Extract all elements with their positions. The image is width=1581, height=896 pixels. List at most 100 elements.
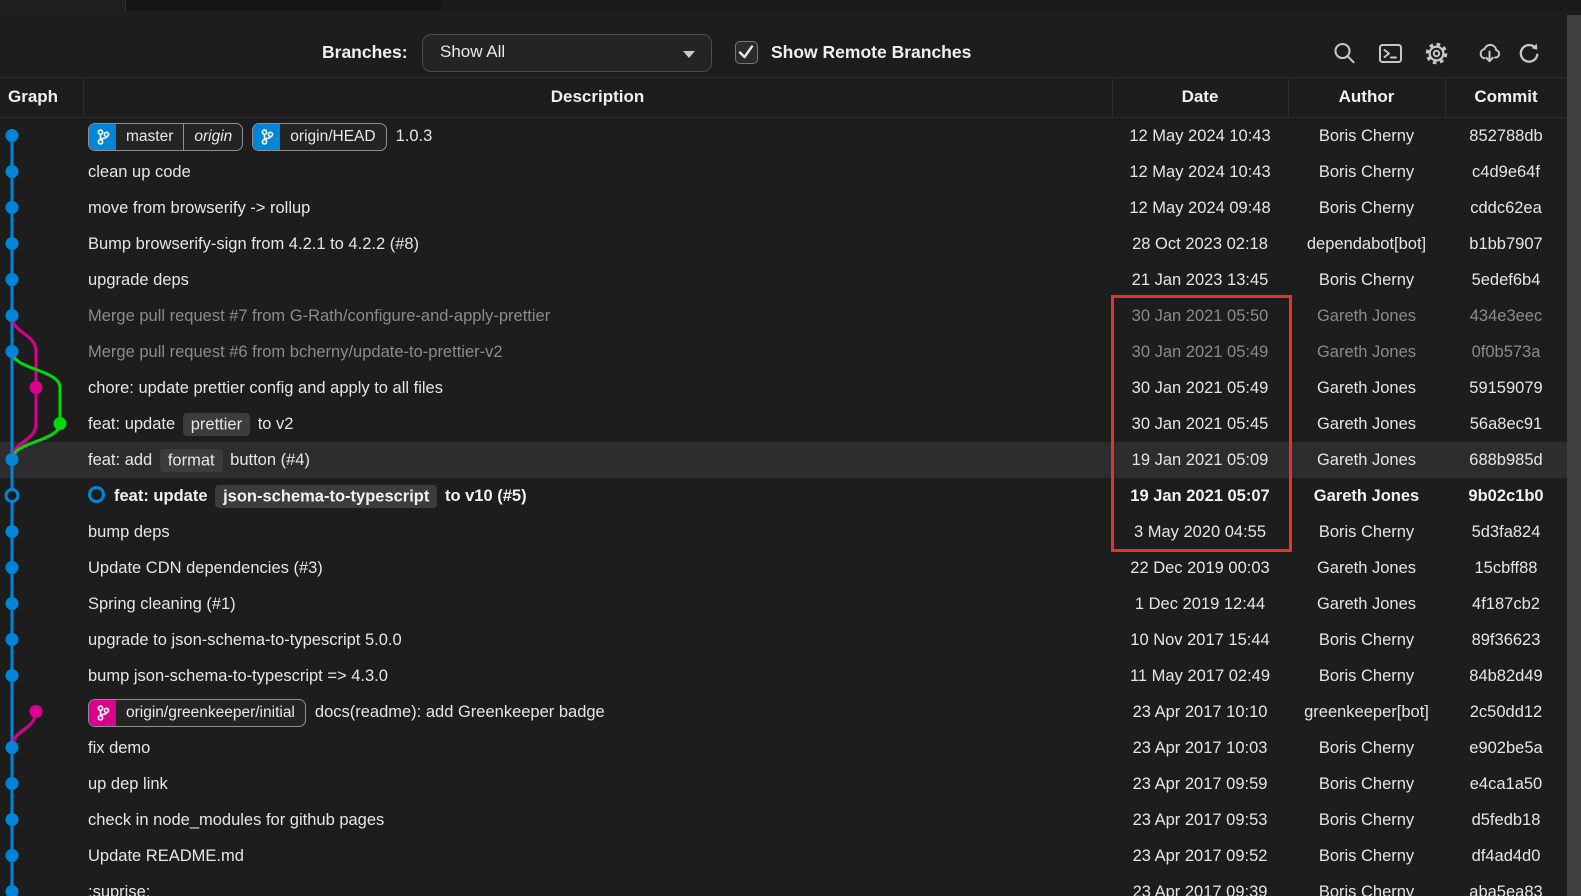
remote-name: origin — [183, 124, 242, 150]
commit-row[interactable]: move from browserify -> rollup12 May 202… — [0, 190, 1581, 226]
commit-hash: df4ad4d0 — [1445, 838, 1567, 874]
chevron-down-icon — [683, 51, 695, 58]
commit-date: 19 Jan 2021 05:09 — [1112, 442, 1288, 478]
scrollbar-thumb[interactable] — [1567, 15, 1581, 896]
commit-author: Boris Cherny — [1288, 838, 1445, 874]
commit-hash: cddc62ea — [1445, 190, 1567, 226]
message-text: to v2 — [253, 415, 293, 433]
terminal-icon[interactable] — [1377, 40, 1404, 67]
graph-commit-dot — [6, 309, 19, 322]
fetch-icon[interactable] — [1476, 40, 1503, 67]
inline-code: format — [160, 449, 223, 472]
graph-commit-dot — [6, 237, 19, 250]
commit-description: Spring cleaning (#1) — [88, 586, 1111, 622]
commit-date: 23 Apr 2017 09:52 — [1112, 838, 1288, 874]
message-text: move from browserify -> rollup — [88, 199, 310, 217]
branch-badge[interactable]: masterorigin — [88, 123, 243, 151]
commit-description: fix demo — [88, 730, 1111, 766]
commit-hash: 688b985d — [1445, 442, 1567, 478]
commit-author: Boris Cherny — [1288, 874, 1445, 896]
commit-row[interactable]: up dep link23 Apr 2017 09:59Boris Cherny… — [0, 766, 1581, 802]
commit-author: Gareth Jones — [1288, 478, 1445, 514]
commit-hash: 0f0b573a — [1445, 334, 1567, 370]
commit-row[interactable]: Bump browserify-sign from 4.2.1 to 4.2.2… — [0, 226, 1581, 262]
git-branch-icon — [253, 124, 280, 150]
commit-row[interactable]: check in node_modules for github pages23… — [0, 802, 1581, 838]
column-header-graph: Graph — [8, 87, 58, 107]
branches-dropdown[interactable]: Show All — [422, 34, 712, 72]
branch-badge[interactable]: origin/HEAD — [252, 123, 386, 151]
commit-row[interactable]: feat: add format button (#4)19 Jan 2021 … — [0, 442, 1581, 478]
branches-dropdown-value: Show All — [440, 42, 505, 62]
graph-commit-dot — [6, 453, 19, 466]
commit-row[interactable]: Merge pull request #7 from G-Rath/config… — [0, 298, 1581, 334]
commit-row[interactable]: bump json-schema-to-typescript => 4.3.01… — [0, 658, 1581, 694]
message-text: Merge pull request #6 from bcherny/updat… — [88, 343, 503, 361]
message-text: 1.0.3 — [396, 127, 433, 145]
commit-description: feat: update json-schema-to-typescript t… — [88, 478, 1111, 514]
commit-hash: d5fedb18 — [1445, 802, 1567, 838]
commit-row[interactable]: upgrade deps21 Jan 2023 13:45Boris Chern… — [0, 262, 1581, 298]
commit-author: Boris Cherny — [1288, 658, 1445, 694]
commit-row[interactable]: Spring cleaning (#1)1 Dec 2019 12:44Gare… — [0, 586, 1581, 622]
commit-author: Gareth Jones — [1288, 442, 1445, 478]
commit-row[interactable]: clean up code12 May 2024 10:43Boris Cher… — [0, 154, 1581, 190]
commit-author: Boris Cherny — [1288, 118, 1445, 154]
commit-author: Boris Cherny — [1288, 730, 1445, 766]
graph-commit-dot — [6, 885, 19, 896]
commit-row[interactable]: :suprise:23 Apr 2017 09:39Boris Chernyab… — [0, 874, 1581, 896]
commit-description: Merge pull request #7 from G-Rath/config… — [88, 298, 1111, 334]
commit-date: 10 Nov 2017 15:44 — [1112, 622, 1288, 658]
commit-row[interactable]: upgrade to json-schema-to-typescript 5.0… — [0, 622, 1581, 658]
settings-icon[interactable] — [1423, 40, 1450, 67]
commit-author: Gareth Jones — [1288, 586, 1445, 622]
git-graph-view: Branches: Show All Show Remote Branches — [0, 0, 1581, 896]
commit-row[interactable]: bump deps3 May 2020 04:55Boris Cherny5d3… — [0, 514, 1581, 550]
message-text: chore: update prettier config and apply … — [88, 379, 443, 397]
commit-row[interactable]: fix demo23 Apr 2017 10:03Boris Chernye90… — [0, 730, 1581, 766]
graph-commit-dot — [6, 741, 19, 754]
message-text: Update README.md — [88, 847, 244, 865]
commit-row[interactable]: Update README.md 23 Apr 2017 09:52Boris C… — [0, 838, 1581, 874]
commit-row[interactable]: chore: update prettier config and apply … — [0, 370, 1581, 406]
commit-hash: 2c50dd12 — [1445, 694, 1567, 730]
commit-row[interactable]: origin/greenkeeper/initial docs(readme): … — [0, 694, 1581, 730]
message-text: button (#4) — [226, 451, 310, 469]
commit-description: Update CDN dependencies (#3) — [88, 550, 1111, 586]
commit-author: Boris Cherny — [1288, 766, 1445, 802]
commit-description: feat: add format button (#4) — [88, 442, 1111, 478]
column-header-commit: Commit — [1445, 87, 1567, 107]
commit-description: bump deps — [88, 514, 1111, 550]
commit-date: 19 Jan 2021 05:07 — [1112, 478, 1288, 514]
graph-head-ring — [6, 490, 18, 502]
commit-description: clean up code — [88, 154, 1111, 190]
commit-date: 1 Dec 2019 12:44 — [1112, 586, 1288, 622]
refresh-icon[interactable] — [1514, 40, 1541, 67]
commit-row[interactable]: feat: update prettier to v230 Jan 2021 0… — [0, 406, 1581, 442]
message-text: Update CDN dependencies (#3) — [88, 559, 323, 577]
commit-description: check in node_modules for github pages — [88, 802, 1111, 838]
commit-row[interactable]: feat: update json-schema-to-typescript t… — [0, 478, 1581, 514]
branch-name: origin/HEAD — [280, 124, 385, 150]
message-text: docs(readme): add Greenkeeper badge — [315, 703, 605, 721]
search-icon[interactable] — [1331, 40, 1358, 67]
branch-name: origin/greenkeeper/initial — [116, 700, 305, 726]
commit-date: 28 Oct 2023 02:18 — [1112, 226, 1288, 262]
commit-row[interactable]: Update CDN dependencies (#3) 22 Dec 2019 … — [0, 550, 1581, 586]
commit-row[interactable]: Merge pull request #6 from bcherny/updat… — [0, 334, 1581, 370]
commit-author: Boris Cherny — [1288, 262, 1445, 298]
commit-date: 23 Apr 2017 09:53 — [1112, 802, 1288, 838]
show-remote-branches-checkbox[interactable] — [735, 41, 758, 64]
branch-badge[interactable]: origin/greenkeeper/initial — [88, 699, 306, 727]
commit-description: move from browserify -> rollup — [88, 190, 1111, 226]
graph-commit-dot — [6, 597, 19, 610]
git-branch-icon — [89, 124, 116, 150]
commit-author: Gareth Jones — [1288, 334, 1445, 370]
commit-author: Gareth Jones — [1288, 406, 1445, 442]
message-text: bump json-schema-to-typescript => 4.3.0 — [88, 667, 388, 685]
commit-row[interactable]: masteroriginorigin/HEAD1.0.312 May 2024 … — [0, 118, 1581, 154]
graph-commit-dot — [30, 705, 43, 718]
checkmark-icon — [736, 42, 756, 62]
commit-date: 22 Dec 2019 00:03 — [1112, 550, 1288, 586]
commit-date: 3 May 2020 04:55 — [1112, 514, 1288, 550]
